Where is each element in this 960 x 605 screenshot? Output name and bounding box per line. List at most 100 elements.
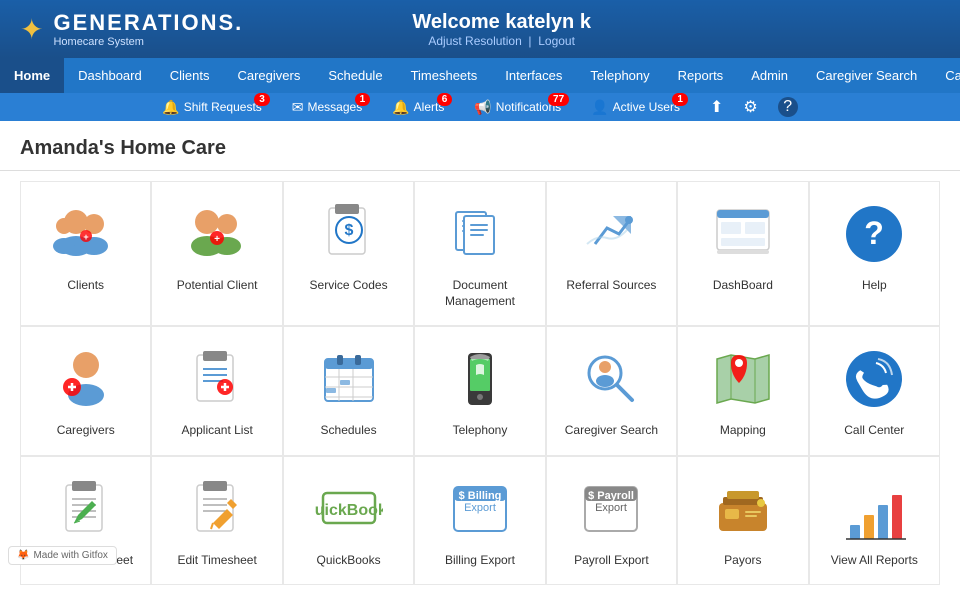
billing-export-icon: $ Billing Export bbox=[446, 475, 514, 543]
notification-bar: 🔔 3 Shift Requests ✉ 1 Messages 🔔 6 Aler… bbox=[0, 93, 960, 121]
nav-admin[interactable]: Admin bbox=[737, 58, 802, 93]
schedules-icon-cell[interactable]: Schedules bbox=[283, 326, 414, 456]
help-button[interactable]: ? bbox=[778, 97, 798, 117]
telephony-icon-cell[interactable]: Telephony bbox=[414, 326, 545, 456]
quickbooks-icon: QuickBooks bbox=[315, 475, 383, 543]
nav-caregiver-search[interactable]: Caregiver Search bbox=[802, 58, 931, 93]
caregiver-search-label: Caregiver Search bbox=[565, 423, 658, 439]
call-center-icon bbox=[840, 345, 908, 413]
clients-label: Clients bbox=[67, 278, 104, 294]
telephony-icon bbox=[446, 345, 514, 413]
payors-label: Payors bbox=[724, 553, 761, 569]
document-management-icon-cell[interactable]: Document Management bbox=[414, 181, 545, 326]
nav-home[interactable]: Home bbox=[0, 58, 64, 93]
potential-client-label: Potential Client bbox=[177, 278, 258, 294]
upload-button[interactable]: ⬆ bbox=[710, 97, 723, 117]
service-codes-label: Service Codes bbox=[310, 278, 388, 294]
help-label: Help bbox=[862, 278, 887, 294]
potential-client-icon-cell[interactable]: + Potential Client bbox=[151, 181, 282, 326]
shift-requests-notif[interactable]: 🔔 3 Shift Requests bbox=[162, 99, 261, 116]
notifications-badge: 77 bbox=[548, 93, 569, 106]
referral-sources-label: Referral Sources bbox=[566, 278, 656, 294]
svg-text:Export: Export bbox=[596, 502, 628, 514]
user-icon: 👤 bbox=[591, 99, 608, 116]
service-codes-icon: $ bbox=[315, 200, 383, 268]
active-users-notif[interactable]: 👤 1 Active Users bbox=[591, 99, 680, 116]
view-all-reports-icon bbox=[840, 475, 908, 543]
nav-caregivers[interactable]: Caregivers bbox=[223, 58, 314, 93]
nav-schedule[interactable]: Schedule bbox=[314, 58, 396, 93]
logo-star-icon: ✦ bbox=[20, 13, 43, 46]
payors-icon bbox=[709, 475, 777, 543]
service-codes-icon-cell[interactable]: $ Service Codes bbox=[283, 181, 414, 326]
email-icon: ✉ bbox=[292, 99, 304, 116]
help-icon: ? bbox=[840, 200, 908, 268]
call-center-label: Call Center bbox=[844, 423, 904, 439]
edit-timesheet-icon-cell[interactable]: Edit Timesheet bbox=[151, 456, 282, 586]
caregiver-search-icon-cell[interactable]: Caregiver Search bbox=[546, 326, 677, 456]
svg-text:QuickBooks: QuickBooks bbox=[315, 502, 383, 519]
document-management-icon bbox=[446, 200, 514, 268]
dashboard-icon bbox=[709, 200, 777, 268]
megaphone-icon: 📢 bbox=[474, 99, 491, 116]
payroll-export-label: Payroll Export bbox=[574, 553, 649, 569]
adjust-resolution-link[interactable]: Adjust Resolution bbox=[428, 34, 521, 48]
svg-text:$ Billing: $ Billing bbox=[459, 490, 502, 502]
settings-button[interactable]: ⚙ bbox=[743, 97, 757, 117]
welcome-text: Welcome katelyn k bbox=[412, 11, 591, 34]
dashboard-icon-cell[interactable]: DashBoard bbox=[677, 181, 808, 326]
edit-timesheet-icon bbox=[183, 475, 251, 543]
bell-icon: 🔔 bbox=[162, 99, 179, 116]
applicant-list-label: Applicant List bbox=[181, 423, 252, 439]
mapping-label: Mapping bbox=[720, 423, 766, 439]
create-timesheet-icon-cell[interactable]: Create Timesheet bbox=[20, 456, 151, 586]
quickbooks-icon-cell[interactable]: QuickBooks QuickBooks bbox=[283, 456, 414, 586]
logout-link[interactable]: Logout bbox=[538, 34, 575, 48]
help-icon-cell[interactable]: ? Help bbox=[809, 181, 940, 326]
referral-sources-icon-cell[interactable]: Referral Sources bbox=[546, 181, 677, 326]
nav-reports[interactable]: Reports bbox=[664, 58, 738, 93]
schedules-icon bbox=[315, 345, 383, 413]
logo-area: ✦ GENERATIONS. Homecare System bbox=[20, 10, 243, 48]
clients-icon-cell[interactable]: + Clients bbox=[20, 181, 151, 326]
billing-export-label: Billing Export bbox=[445, 553, 515, 569]
schedules-label: Schedules bbox=[321, 423, 377, 439]
nav-interfaces[interactable]: Interfaces bbox=[491, 58, 576, 93]
clients-icon: + bbox=[52, 200, 120, 268]
brand-sub: Homecare System bbox=[53, 36, 243, 48]
svg-text:$ Payroll: $ Payroll bbox=[588, 490, 634, 502]
upload-icon: ⬆ bbox=[710, 97, 723, 117]
potential-client-icon: + bbox=[183, 200, 251, 268]
top-header: ✦ GENERATIONS. Homecare System Welcome k… bbox=[0, 0, 960, 58]
call-center-icon-cell[interactable]: Call Center bbox=[809, 326, 940, 456]
telephony-label: Telephony bbox=[453, 423, 508, 439]
view-all-reports-icon-cell[interactable]: View All Reports bbox=[809, 456, 940, 586]
page-title-bar: Amanda's Home Care bbox=[0, 121, 960, 171]
shift-requests-badge: 3 bbox=[254, 93, 270, 106]
messages-notif[interactable]: ✉ 1 Messages bbox=[292, 99, 362, 116]
billing-export-icon-cell[interactable]: $ Billing Export Billing Export bbox=[414, 456, 545, 586]
caregivers-label: Caregivers bbox=[57, 423, 115, 439]
question-icon: ? bbox=[778, 97, 798, 117]
notifications-notif[interactable]: 📢 77 Notifications bbox=[474, 99, 561, 116]
nav-dashboard[interactable]: Dashboard bbox=[64, 58, 156, 93]
mapping-icon-cell[interactable]: Mapping bbox=[677, 326, 808, 456]
gitfox-badge: 🦊 Made with Gitfox bbox=[8, 546, 117, 565]
edit-timesheet-label: Edit Timesheet bbox=[177, 553, 256, 569]
nav-timesheets[interactable]: Timesheets bbox=[397, 58, 492, 93]
nav-clients[interactable]: Clients bbox=[156, 58, 224, 93]
nav-call-center[interactable]: Call Center bbox=[931, 58, 960, 93]
referral-sources-icon bbox=[577, 200, 645, 268]
nav-bar: Home Dashboard Clients Caregivers Schedu… bbox=[0, 58, 960, 93]
brand-name: GENERATIONS. bbox=[53, 10, 243, 36]
applicant-list-icon-cell[interactable]: Applicant List bbox=[151, 326, 282, 456]
payors-icon-cell[interactable]: Payors bbox=[677, 456, 808, 586]
alerts-notif[interactable]: 🔔 6 Alerts bbox=[392, 99, 444, 116]
view-all-reports-label: View All Reports bbox=[831, 553, 918, 569]
nav-telephony[interactable]: Telephony bbox=[576, 58, 663, 93]
payroll-export-icon-cell[interactable]: $ Payroll Export Payroll Export bbox=[546, 456, 677, 586]
gitfox-label: Made with Gitfox bbox=[33, 550, 107, 561]
alerts-badge: 6 bbox=[437, 93, 453, 106]
caregivers-icon-cell[interactable]: Caregivers bbox=[20, 326, 151, 456]
icon-grid: + Clients + Potential Client $ bbox=[0, 171, 960, 605]
